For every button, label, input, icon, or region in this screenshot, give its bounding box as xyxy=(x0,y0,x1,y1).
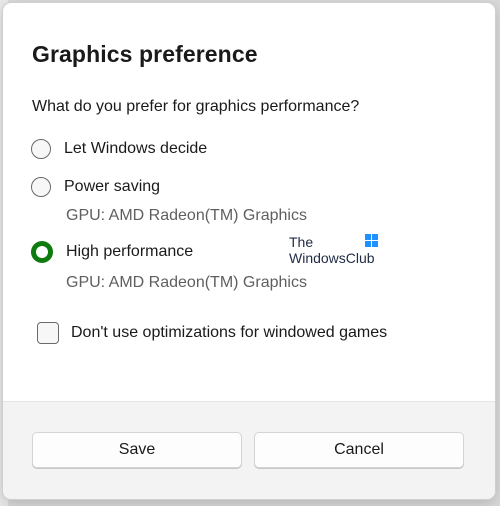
option-let-windows-decide[interactable]: Let Windows decide xyxy=(31,136,207,162)
save-button[interactable]: Save xyxy=(32,432,242,468)
high-performance-gpu-info: GPU: AMD Radeon(TM) Graphics xyxy=(66,274,307,291)
checkbox[interactable] xyxy=(37,322,59,344)
radio-button-selected[interactable] xyxy=(31,241,53,263)
watermark-line2: WindowsClub xyxy=(289,250,375,266)
windowsclub-logo-icon xyxy=(365,234,378,247)
cancel-button[interactable]: Cancel xyxy=(254,432,464,468)
option-label: Power saving xyxy=(64,178,161,195)
option-label: High performance xyxy=(66,243,194,260)
power-saving-gpu-info: GPU: AMD Radeon(TM) Graphics xyxy=(66,207,307,224)
checkbox-label: Don't use optimizations for windowed gam… xyxy=(71,324,388,341)
performance-question: What do you prefer for graphics performa… xyxy=(32,98,360,115)
radio-button[interactable] xyxy=(31,177,51,197)
option-high-performance[interactable]: High performance xyxy=(31,239,193,265)
watermark: The WindowsClub xyxy=(289,234,375,266)
graphics-preference-dialog: Graphics preference What do you prefer f… xyxy=(3,3,495,499)
watermark-line1: The xyxy=(289,234,314,250)
option-label: Let Windows decide xyxy=(64,140,208,157)
option-power-saving[interactable]: Power saving xyxy=(31,174,160,200)
radio-button[interactable] xyxy=(31,139,51,159)
windowed-optimizations-option[interactable]: Don't use optimizations for windowed gam… xyxy=(37,320,387,346)
dialog-title: Graphics preference xyxy=(32,41,258,67)
dialog-footer: Save Cancel xyxy=(3,401,495,499)
